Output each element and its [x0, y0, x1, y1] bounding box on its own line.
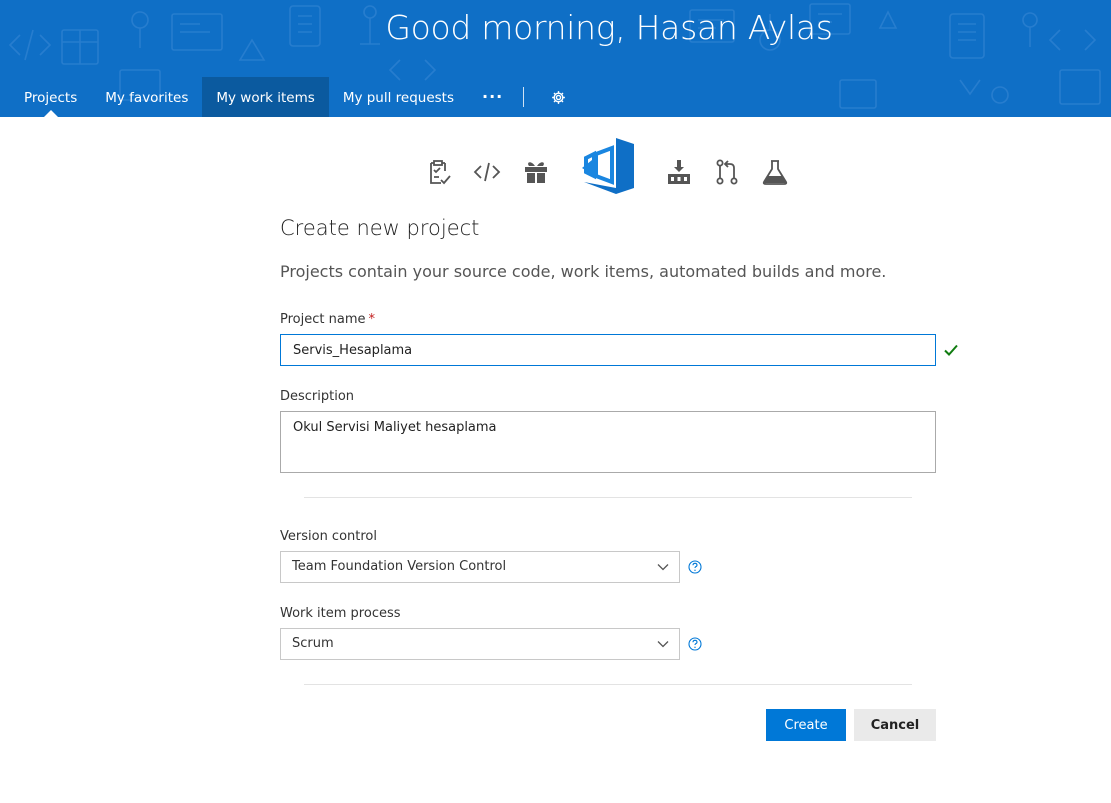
- pull-request-icon: [716, 159, 738, 185]
- nav-tab-my-work-items[interactable]: My work items: [202, 77, 329, 117]
- header-banner: Good morning, Hasan Aylas Projects My fa…: [0, 0, 1111, 117]
- vsts-logo-icon: [582, 138, 634, 194]
- nav-tab-my-favorites[interactable]: My favorites: [91, 77, 202, 117]
- cancel-button[interactable]: Cancel: [854, 709, 936, 741]
- description-input[interactable]: Okul Servisi Maliyet hesaplama: [280, 411, 936, 473]
- section-divider: [304, 684, 912, 685]
- task-checklist-icon: [430, 160, 451, 185]
- flask-icon: [762, 160, 788, 185]
- nav-tab-projects[interactable]: Projects: [10, 77, 91, 117]
- work-item-process-select[interactable]: Scrum: [280, 628, 680, 660]
- service-icon-row: [420, 136, 800, 200]
- project-name-label: Project name *: [280, 312, 375, 327]
- description-label: Description: [280, 389, 355, 404]
- chevron-down-icon: [657, 564, 669, 571]
- version-control-label: Version control: [280, 529, 377, 544]
- work-item-process-label: Work item process: [280, 606, 401, 621]
- chevron-down-icon: [657, 641, 669, 648]
- help-icon[interactable]: [688, 560, 702, 574]
- build-icon: [668, 160, 690, 184]
- version-control-value: Team Foundation Version Control: [292, 559, 507, 574]
- project-name-input[interactable]: [280, 334, 936, 366]
- gift-icon: [525, 162, 547, 183]
- code-icon: [473, 162, 501, 182]
- page-title: Create new project: [280, 216, 480, 240]
- page-subtitle: Projects contain your source code, work …: [280, 262, 887, 281]
- help-icon[interactable]: [688, 637, 702, 651]
- greeting-title: Good morning, Hasan Aylas: [385, 8, 833, 47]
- section-divider: [304, 497, 912, 498]
- work-item-process-value: Scrum: [292, 636, 334, 651]
- create-button[interactable]: Create: [766, 709, 846, 741]
- gear-icon[interactable]: [538, 77, 578, 117]
- ellipsis-icon[interactable]: ···: [468, 77, 517, 117]
- nav-divider: [523, 87, 525, 107]
- nav-tab-my-pull-requests[interactable]: My pull requests: [329, 77, 468, 117]
- version-control-select[interactable]: Team Foundation Version Control: [280, 551, 680, 583]
- hub-nav: Projects My favorites My work items My p…: [10, 77, 578, 117]
- required-marker: *: [368, 312, 375, 327]
- checkmark-icon: [944, 344, 958, 356]
